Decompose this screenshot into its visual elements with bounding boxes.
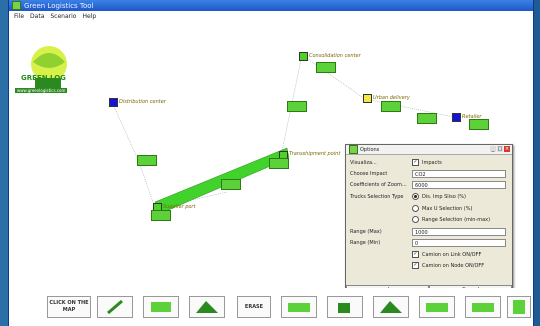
truck-tool-button-2[interactable] [419, 296, 455, 318]
station-tool-button[interactable] [327, 296, 363, 318]
close-icon[interactable]: × [504, 146, 510, 152]
selection-row-2: Max U Selection (%) [350, 204, 508, 213]
app-icon [12, 1, 21, 10]
logo-url: www.greenlogistics.com [15, 88, 68, 93]
click-map-button[interactable]: CLICK ON THE MAP [47, 296, 91, 318]
link [138, 161, 156, 209]
impacts-checkbox[interactable]: ✓ Impacts [412, 159, 442, 166]
menu-data[interactable]: Data [30, 13, 44, 20]
node-urban-delivery[interactable] [363, 94, 372, 103]
menu-file[interactable]: File [14, 13, 24, 20]
window-title: Green Logistics Tool [24, 1, 94, 10]
dialog-title-bar[interactable]: Options _ □ × [346, 145, 512, 155]
truck-icon[interactable] [269, 158, 289, 169]
desktop-background [0, 0, 8, 326]
node-distribution-center[interactable] [109, 98, 118, 107]
truck-icon[interactable] [137, 155, 157, 166]
impact-label: Choose Impact [350, 170, 388, 177]
options-dialog: Options _ □ × Visualiza... ✓ Impacts Choo… [345, 144, 513, 296]
truck-icon[interactable] [287, 101, 307, 112]
range-min-input[interactable]: 0 [412, 238, 506, 247]
range-min-row: Range (Min) 0 [350, 238, 508, 247]
dialog-icon [349, 145, 358, 154]
node-label: Consolidation center [309, 53, 361, 59]
radio-dis-imp[interactable]: Dis. Imp Sliso (%) [412, 193, 466, 200]
node-row: ✓ Camion on Node ON/OFF [350, 261, 508, 270]
range-min-label: Range (Min) [350, 239, 381, 246]
maximize-button[interactable]: □ [497, 146, 503, 152]
menu-bar: File Data Scenario Help [9, 11, 533, 22]
link [364, 98, 455, 118]
node-retailer[interactable] [452, 113, 461, 122]
range-max-input[interactable]: 1000 [412, 227, 506, 236]
title-bar[interactable]: Green Logistics Tool [9, 0, 533, 11]
truck-icon[interactable] [221, 179, 241, 190]
coeff-input[interactable]: 6000 [412, 180, 506, 189]
truck-icon[interactable] [469, 119, 489, 130]
bottom-toolbar: CLICK ON THE MAP ERASE [9, 288, 533, 326]
node-consolidation-center[interactable] [299, 52, 308, 61]
truck-icon[interactable] [417, 113, 437, 124]
app-window: Green Logistics Tool File Data Scenario … [8, 0, 534, 326]
truck-icon[interactable] [151, 210, 171, 221]
range-max-label: Range (Max) [350, 228, 382, 235]
truck-icon[interactable] [316, 62, 336, 73]
node-label: Distribution center [119, 99, 166, 105]
impact-row: Choose Impact CO2 [350, 169, 508, 178]
selection-row: Trucks Selection Type Dis. Imp Sliso (%) [350, 192, 508, 201]
impact-select[interactable]: CO2 [412, 169, 506, 178]
camion-node-checkbox[interactable]: ✓ Camion on Node ON/OFF [412, 262, 484, 269]
road-tool-button-2[interactable] [373, 296, 409, 318]
dialog-title: Options [360, 146, 380, 153]
selection-row-3: Range Selection (min-max) [350, 215, 508, 224]
visualize-label: Visualiza... [350, 159, 377, 166]
visualize-row: Visualiza... ✓ Impacts [350, 158, 508, 167]
range-max-row: Range (Max) 1000 [350, 227, 508, 236]
radio-max-u[interactable]: Max U Selection (%) [412, 205, 472, 212]
link [111, 101, 140, 163]
coeff-label: Coefficients of Zoom... [350, 181, 407, 188]
road-tool-button[interactable] [189, 296, 225, 318]
report-tool-button[interactable] [507, 296, 531, 318]
logo-title: GREEN LOG [21, 74, 66, 82]
route-tool-button[interactable] [97, 296, 133, 318]
link-row: ✓ Camion on Link ON/OFF [350, 250, 508, 259]
minimize-button[interactable]: _ [490, 146, 496, 152]
truck-icon[interactable] [381, 101, 401, 112]
menu-help[interactable]: Help [82, 13, 96, 20]
selection-label: Trucks Selection Type [350, 193, 404, 200]
truck-tool-button[interactable] [143, 296, 179, 318]
truck-add-button[interactable] [281, 296, 317, 318]
coeff-row: Coefficients of Zoom... 6000 [350, 180, 508, 189]
node-label: Transshipment point [289, 151, 341, 157]
truck-tool-button-3[interactable] [465, 296, 501, 318]
erase-button[interactable]: ERASE [237, 296, 271, 318]
menu-scenario[interactable]: Scenario [50, 13, 76, 20]
camion-link-checkbox[interactable]: ✓ Camion on Link ON/OFF [412, 251, 481, 258]
radio-range[interactable]: Range Selection (min-max) [412, 216, 490, 223]
